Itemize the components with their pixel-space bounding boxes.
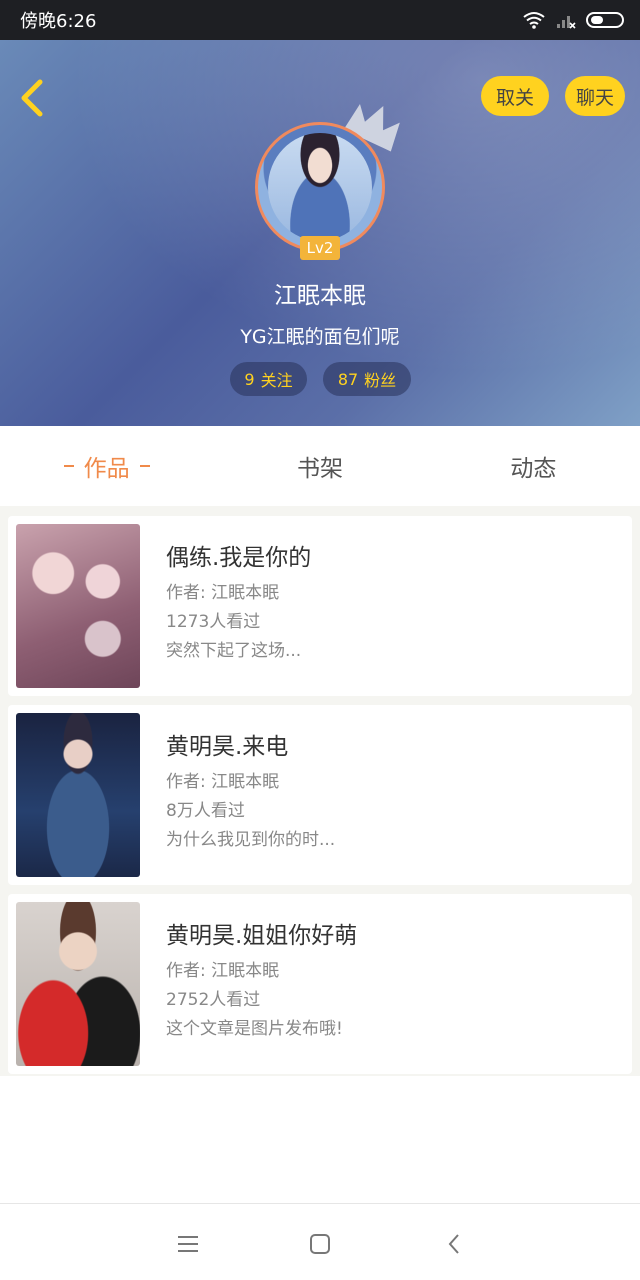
username: 江眠本眠 <box>274 283 366 309</box>
work-views: 8万人看过 <box>166 801 245 821</box>
work-description: 这个文章是图片发布哦! <box>166 1019 343 1039</box>
nav-back-button[interactable] <box>436 1226 472 1262</box>
tab-moments-label: 动态 <box>510 456 557 482</box>
work-card[interactable]: 偶练.我是你的 作者: 江眠本眠 1273人看过 突然下起了这场... <box>8 516 632 696</box>
work-cover-image <box>16 713 140 877</box>
tab-works-label: 作品 <box>83 456 130 482</box>
work-views: 2752人看过 <box>166 990 261 1010</box>
unfollow-button[interactable]: 取关 <box>481 76 549 116</box>
work-description: 突然下起了这场... <box>166 641 302 661</box>
system-nav-bar <box>0 1203 640 1280</box>
work-author: 作者: 江眠本眠 <box>166 961 280 981</box>
avatar-image <box>268 133 372 241</box>
work-cover-image <box>16 524 140 688</box>
work-title: 偶练.我是你的 <box>166 545 312 571</box>
fans-count: 87 <box>337 369 359 389</box>
work-card[interactable]: 黄明昊.来电 作者: 江眠本眠 8万人看过 为什么我见到你的时... <box>8 705 632 885</box>
level-badge: Lv2 <box>300 236 340 260</box>
tab-works[interactable]: 作品 <box>0 426 213 506</box>
work-cover-image <box>16 902 140 1066</box>
work-author: 作者: 江眠本眠 <box>166 772 280 792</box>
profile-header: 取关 聊天 Lv2 江眠本眠 YG江眠的面包们呢 9 关注 87 粉丝 <box>0 40 640 426</box>
stats-row: 9 关注 87 粉丝 <box>0 362 640 398</box>
signal-icon <box>557 16 576 29</box>
tab-active-indicator-right <box>139 465 150 467</box>
work-title: 黄明昊.姐姐你好萌 <box>166 923 358 949</box>
fans-count-button[interactable]: 87 粉丝 <box>323 362 411 396</box>
battery-icon <box>586 12 624 28</box>
work-views: 1273人看过 <box>166 612 261 632</box>
chevron-left-icon <box>21 79 43 117</box>
profile-tabs: 作品 书架 动态 <box>0 426 640 506</box>
back-arrow-icon <box>448 1234 459 1254</box>
work-card[interactable]: 黄明昊.姐姐你好萌 作者: 江眠本眠 2752人看过 这个文章是图片发布哦! <box>8 894 632 1074</box>
status-time: 傍晚6:26 <box>20 11 97 32</box>
following-count-button[interactable]: 9 关注 <box>230 362 307 396</box>
work-title: 黄明昊.来电 <box>166 734 289 760</box>
back-button[interactable] <box>14 76 50 120</box>
following-count: 9 <box>244 369 255 389</box>
nav-menu-button[interactable] <box>170 1226 206 1262</box>
nav-home-button[interactable] <box>302 1226 338 1262</box>
works-list: 偶练.我是你的 作者: 江眠本眠 1273人看过 突然下起了这场... 黄明昊.… <box>0 506 640 1076</box>
avatar[interactable] <box>255 122 385 252</box>
tab-active-indicator-left <box>63 465 74 467</box>
wifi-icon <box>523 12 545 29</box>
tab-bookshelf[interactable]: 书架 <box>213 426 426 506</box>
status-icons <box>522 11 624 29</box>
following-label: 关注 <box>260 371 293 390</box>
menu-icon <box>178 1236 198 1252</box>
work-author: 作者: 江眠本眠 <box>166 583 280 603</box>
work-description: 为什么我见到你的时... <box>166 830 336 850</box>
fans-label: 粉丝 <box>364 371 397 390</box>
tab-bookshelf-label: 书架 <box>296 456 343 482</box>
home-square-icon <box>310 1234 330 1254</box>
signature: YG江眠的面包们呢 <box>240 326 400 348</box>
chat-button[interactable]: 聊天 <box>565 76 625 116</box>
status-bar: 傍晚6:26 <box>0 0 640 40</box>
tab-moments[interactable]: 动态 <box>427 426 640 506</box>
